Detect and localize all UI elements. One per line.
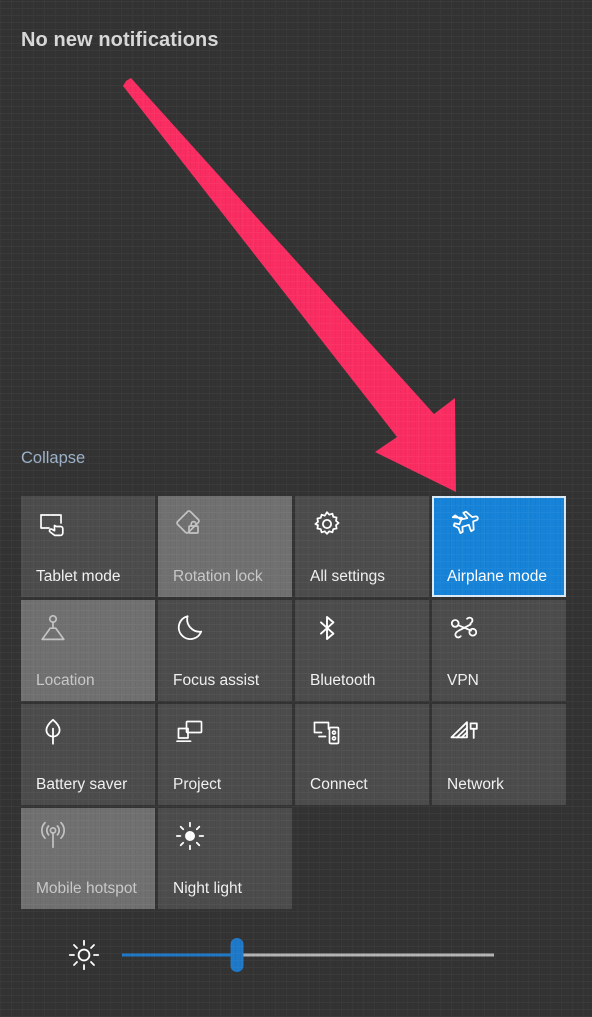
sun-icon xyxy=(174,820,206,852)
airplane-icon xyxy=(448,508,480,540)
quick-action-label: Network xyxy=(447,776,504,793)
network-wifi-icon xyxy=(448,716,480,748)
quick-action-label: Tablet mode xyxy=(36,568,121,585)
quick-action-tile-bluetooth[interactable]: Bluetooth xyxy=(295,600,429,701)
hotspot-icon xyxy=(37,820,69,852)
quick-action-label: Battery saver xyxy=(36,776,128,793)
collapse-link[interactable]: Collapse xyxy=(21,449,85,468)
tablet-mode-icon xyxy=(37,508,69,540)
brightness-sun-icon xyxy=(67,938,101,972)
quick-action-tile-airplane-mode[interactable]: Airplane mode xyxy=(432,496,566,597)
quick-action-label: VPN xyxy=(447,672,479,689)
page-title: No new notifications xyxy=(21,29,219,51)
rotation-lock-icon xyxy=(174,508,206,540)
brightness-control xyxy=(21,932,569,978)
quick-action-tile-project[interactable]: Project xyxy=(158,704,292,805)
quick-action-tile-battery-saver[interactable]: Battery saver xyxy=(21,704,155,805)
project-screen-icon xyxy=(174,716,206,748)
quick-action-tile-connect[interactable]: Connect xyxy=(295,704,429,805)
quick-action-label: Airplane mode xyxy=(447,568,547,585)
connect-device-icon xyxy=(311,716,343,748)
bluetooth-icon xyxy=(311,612,343,644)
quick-action-tile-location: Location xyxy=(21,600,155,701)
quick-action-tile-rotation-lock: Rotation lock xyxy=(158,496,292,597)
quick-action-label: Location xyxy=(36,672,95,689)
vpn-icon xyxy=(448,612,480,644)
quick-action-label: Bluetooth xyxy=(310,672,376,689)
quick-action-label: All settings xyxy=(310,568,385,585)
quick-action-label: Focus assist xyxy=(173,672,260,689)
quick-action-label: Mobile hotspot xyxy=(36,880,137,897)
brightness-slider[interactable] xyxy=(122,938,494,972)
quick-action-tile-night-light[interactable]: Night light xyxy=(158,808,292,909)
quick-action-label: Project xyxy=(173,776,222,793)
quick-action-tile-vpn[interactable]: VPN xyxy=(432,600,566,701)
quick-action-label: Connect xyxy=(310,776,368,793)
quick-action-tile-all-settings[interactable]: All settings xyxy=(295,496,429,597)
quick-action-label: Night light xyxy=(173,880,242,897)
quick-action-label: Rotation lock xyxy=(173,568,263,585)
slider-thumb[interactable] xyxy=(230,938,244,972)
moon-icon xyxy=(174,612,206,644)
action-center-panel: No new notifications Collapse Tablet mod… xyxy=(0,0,592,1017)
quick-action-tile-network[interactable]: Network xyxy=(432,704,566,805)
location-icon xyxy=(37,612,69,644)
leaf-icon xyxy=(37,716,69,748)
slider-fill xyxy=(122,953,238,957)
arrow-shaft-and-head xyxy=(123,78,456,492)
quick-action-tile-tablet-mode[interactable]: Tablet mode xyxy=(21,496,155,597)
quick-actions-grid: Tablet mode Rotation lock All settings A… xyxy=(21,496,569,909)
quick-action-tile-focus-assist[interactable]: Focus assist xyxy=(158,600,292,701)
gear-icon xyxy=(311,508,343,540)
quick-action-tile-mobile-hotspot: Mobile hotspot xyxy=(21,808,155,909)
